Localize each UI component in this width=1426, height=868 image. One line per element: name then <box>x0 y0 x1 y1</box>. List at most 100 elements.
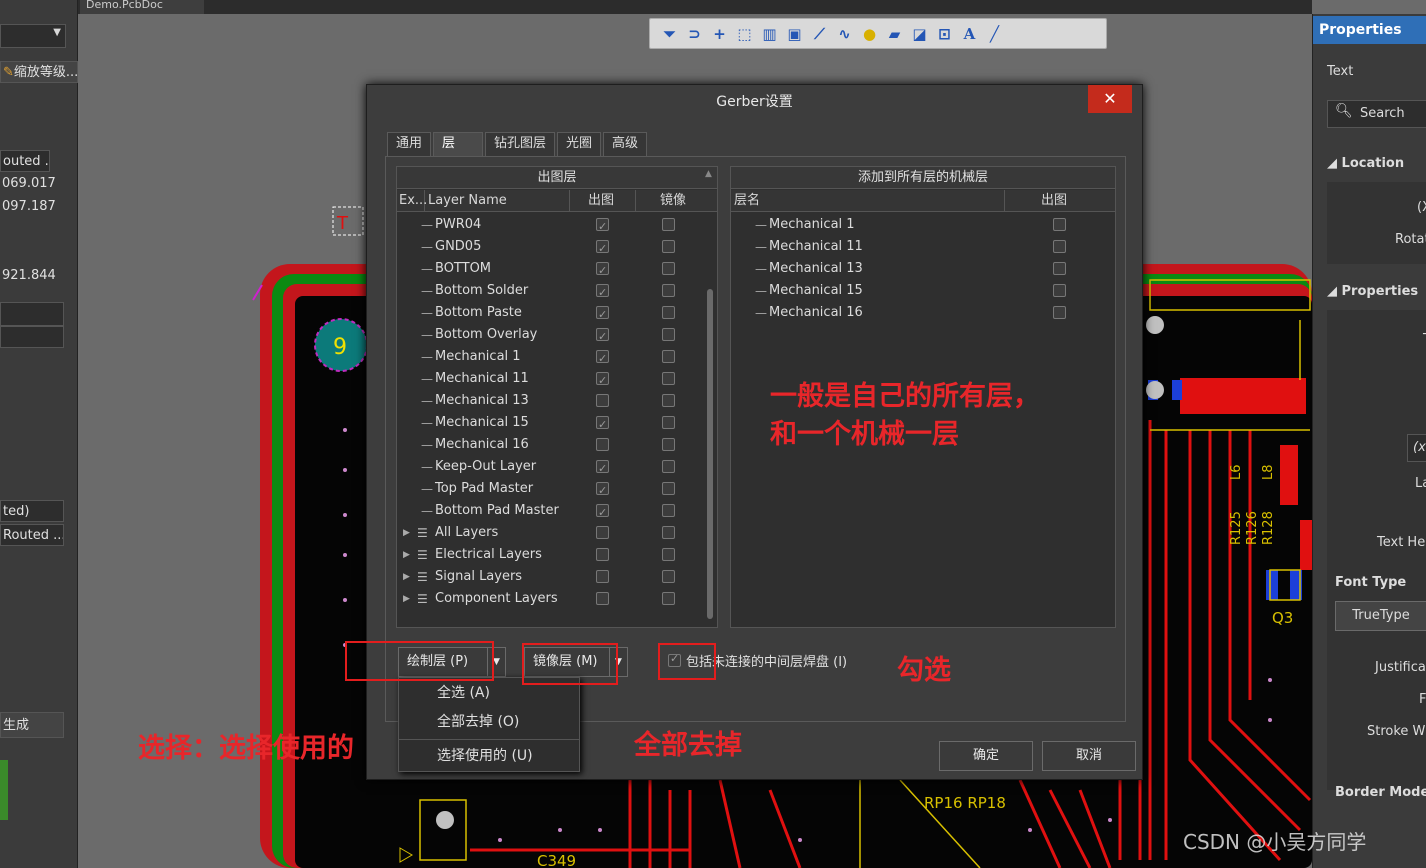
plot-checkbox[interactable] <box>596 348 609 370</box>
plot-checkbox[interactable] <box>596 526 609 539</box>
mirror-checkbox[interactable] <box>662 416 675 429</box>
mirror-checkbox[interactable] <box>662 504 675 517</box>
layer-row[interactable]: — GND05 <box>397 236 702 260</box>
layer-row[interactable]: ▶ ☰ Component Layers <box>397 588 702 610</box>
fill-icon[interactable]: ▰ <box>885 24 904 43</box>
line-icon[interactable]: ╱ <box>985 24 1004 43</box>
col-ex[interactable]: Ex... <box>397 190 427 212</box>
mech-plot-checkbox[interactable] <box>1053 240 1066 253</box>
chart-icon[interactable]: ▥ <box>760 24 779 43</box>
select-rect-icon[interactable]: ⬚ <box>735 24 754 43</box>
mech-layer-row[interactable]: — Mechanical 15 <box>731 280 1115 302</box>
location-section[interactable]: ◢ Location <box>1327 156 1404 171</box>
plus-icon[interactable]: + <box>710 24 729 43</box>
truetype-button[interactable]: TrueType <box>1335 601 1426 631</box>
left-field-b[interactable] <box>0 326 64 348</box>
left-field-a[interactable] <box>0 302 64 326</box>
menu-deselect-all[interactable]: 全部去掉 (O) <box>437 711 519 733</box>
mech-plot-checkbox[interactable] <box>1053 262 1066 275</box>
col-mech-plot[interactable]: 出图 <box>1005 190 1115 212</box>
expand-arrow-icon[interactable]: ▶ <box>403 522 410 544</box>
layer-row[interactable]: — Mechanical 1 <box>397 346 702 370</box>
mech-plot-checkbox[interactable] <box>1053 218 1066 231</box>
mirror-checkbox[interactable] <box>662 394 675 407</box>
document-tab[interactable]: Demo.PcbDoc <box>80 0 204 14</box>
layer-row[interactable]: ▶ ☰ All Layers <box>397 522 702 544</box>
cancel-button[interactable]: 取消 <box>1042 741 1136 771</box>
mirror-checkbox[interactable] <box>662 482 675 495</box>
layer-row[interactable]: — PWR04 <box>397 214 702 238</box>
dimension-icon[interactable]: ⊡ <box>935 24 954 43</box>
zoom-level-button[interactable]: ✎缩放等级... <box>0 61 78 83</box>
mech-plot-checkbox[interactable] <box>1053 306 1066 319</box>
xy-field[interactable]: (x <box>1407 434 1426 462</box>
pin-icon[interactable]: ● <box>860 24 879 43</box>
mirror-checkbox[interactable] <box>662 526 675 539</box>
filter-icon[interactable]: ⏷ <box>660 24 679 43</box>
plot-checkbox[interactable] <box>596 414 609 436</box>
left-row-5[interactable]: Routed ... <box>0 524 64 546</box>
mirror-checkbox[interactable] <box>662 306 675 319</box>
plot-checkbox[interactable] <box>596 370 609 392</box>
layer-row[interactable]: — Mechanical 13 <box>397 390 702 412</box>
layer-row[interactable]: — Bottom Solder <box>397 280 702 304</box>
layer-row[interactable]: — Keep-Out Layer <box>397 456 702 480</box>
mirror-checkbox[interactable] <box>662 262 675 275</box>
arc-icon[interactable]: ∿ <box>835 24 854 43</box>
mirror-checkbox[interactable] <box>662 218 675 231</box>
plot-checkbox[interactable] <box>596 438 609 451</box>
plot-checkbox[interactable] <box>596 570 609 583</box>
mech-layer-row[interactable]: — Mechanical 16 <box>731 302 1115 324</box>
layer-row[interactable]: — Mechanical 16 <box>397 434 702 456</box>
mirror-checkbox[interactable] <box>662 372 675 385</box>
plot-checkbox[interactable] <box>596 458 609 480</box>
col-layer-name[interactable]: Layer Name <box>425 190 570 212</box>
layer-row[interactable]: ▶ ☰ Signal Layers <box>397 566 702 588</box>
mirror-checkbox[interactable] <box>662 328 675 341</box>
layer-list-scrollbar[interactable] <box>707 289 713 619</box>
plot-checkbox[interactable] <box>596 480 609 502</box>
route-icon[interactable]: ⊃ <box>685 24 704 43</box>
plot-checkbox[interactable] <box>596 216 609 238</box>
plot-checkbox[interactable] <box>596 304 609 326</box>
layer-row[interactable]: ▶ ☰ Electrical Layers <box>397 544 702 566</box>
ok-button[interactable]: 确定 <box>939 741 1033 771</box>
expand-arrow-icon[interactable]: ▶ <box>403 588 410 610</box>
mech-layer-row[interactable]: — Mechanical 13 <box>731 258 1115 280</box>
layer-row[interactable]: — BOTTOM <box>397 258 702 282</box>
tab-layers[interactable]: 层 <box>433 132 484 156</box>
layer-row[interactable]: — Bottom Paste <box>397 302 702 326</box>
layer-row[interactable]: — Bottom Overlay <box>397 324 702 348</box>
tab-drill-drawing[interactable]: 钻孔图层 <box>485 132 556 156</box>
mech-layer-row[interactable]: — Mechanical 11 <box>731 236 1115 258</box>
left-dropdown[interactable]: ▼ <box>0 24 66 48</box>
tab-general[interactable]: 通用 <box>387 132 432 156</box>
tab-apertures[interactable]: 光圈 <box>557 132 602 156</box>
plot-checkbox[interactable] <box>596 326 609 348</box>
layer-row[interactable]: — Top Pad Master <box>397 478 702 502</box>
menu-select-used[interactable]: 选择使用的 (U) <box>437 745 533 767</box>
left-row-4[interactable]: ted) <box>0 500 64 522</box>
plot-checkbox[interactable] <box>596 238 609 260</box>
plot-checkbox[interactable] <box>596 592 609 605</box>
expand-arrow-icon[interactable]: ▶ <box>403 566 410 588</box>
mirror-checkbox[interactable] <box>662 548 675 561</box>
plot-checkbox[interactable] <box>596 548 609 561</box>
expand-arrow-icon[interactable]: ▶ <box>403 544 410 566</box>
layer-row[interactable]: — Mechanical 15 <box>397 412 702 436</box>
col-plot[interactable]: 出图 <box>570 190 636 212</box>
interactive-route-icon[interactable]: ⟋ <box>810 24 829 43</box>
scroll-up-icon[interactable]: ▲ <box>705 169 712 179</box>
col-layer-name-cn[interactable]: 层名 <box>731 190 1005 212</box>
mirror-checkbox[interactable] <box>662 460 675 473</box>
mech-plot-checkbox[interactable] <box>1053 284 1066 297</box>
mirror-checkbox[interactable] <box>662 350 675 363</box>
mirror-checkbox[interactable] <box>662 240 675 253</box>
menu-select-all[interactable]: 全选 (A) <box>437 682 490 704</box>
tab-advanced[interactable]: 高级 <box>603 132 648 156</box>
component-icon[interactable]: ▣ <box>785 24 804 43</box>
layer-row[interactable]: — Mechanical 11 <box>397 368 702 392</box>
properties-section[interactable]: ◢ Properties <box>1327 284 1418 299</box>
left-row-0[interactable]: outed ... <box>0 150 50 172</box>
layer-row[interactable]: — Bottom Pad Master <box>397 500 702 524</box>
